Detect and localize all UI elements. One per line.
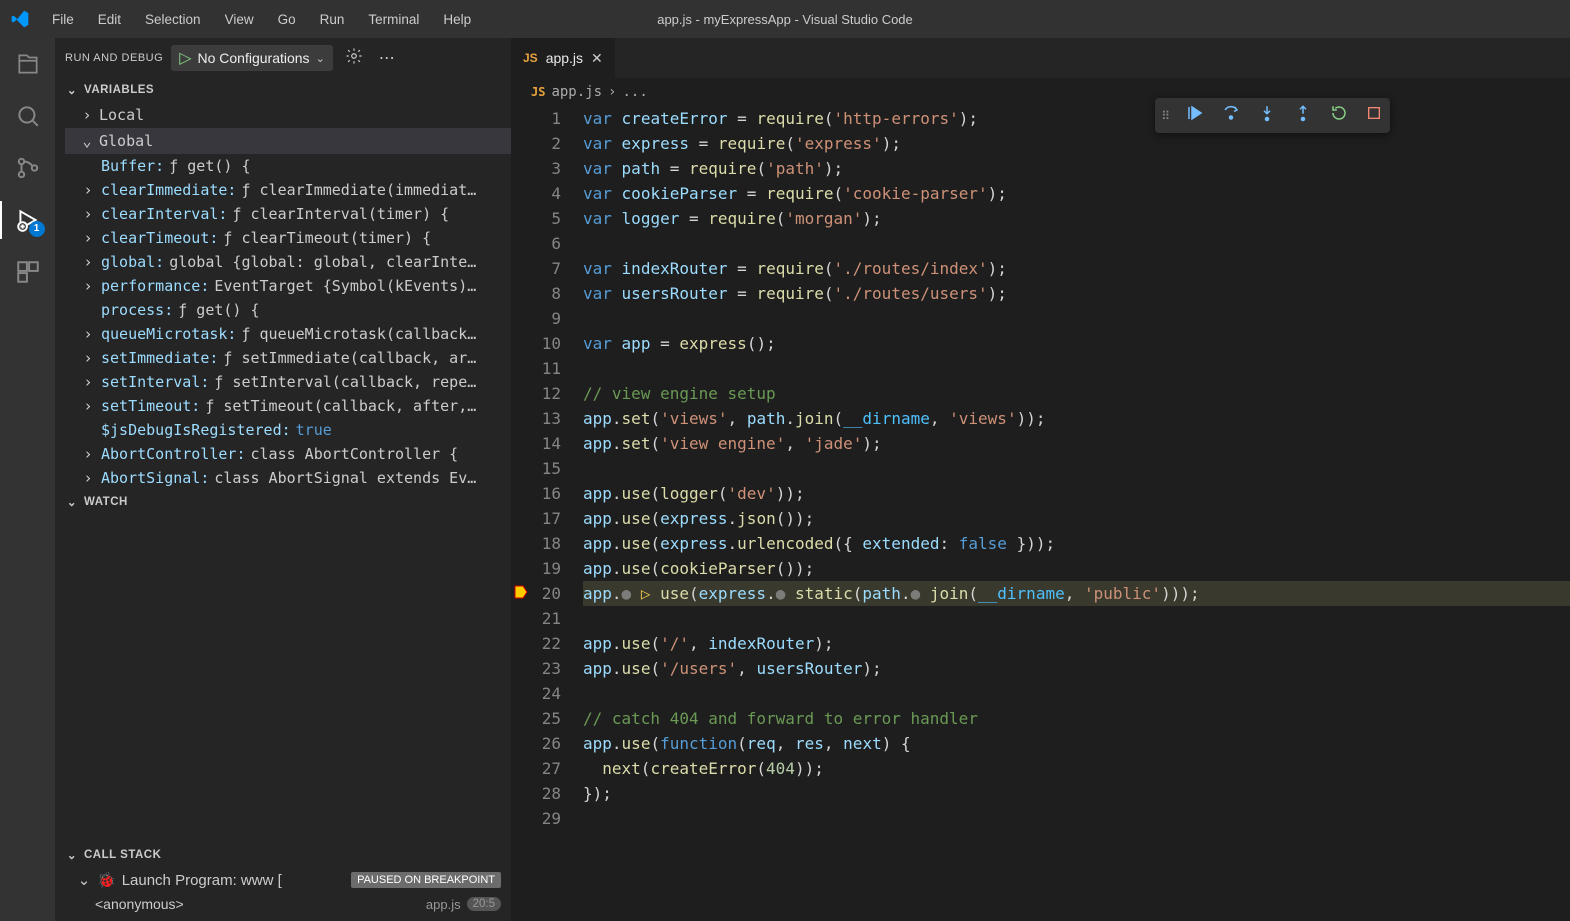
step-into-button[interactable] bbox=[1256, 102, 1278, 129]
variable-row[interactable]: ›queueMicrotask: ƒ queueMicrotask(callba… bbox=[65, 322, 511, 346]
watch-section: ⌄WATCH bbox=[55, 490, 511, 843]
variable-row[interactable]: Buffer: ƒ get() { bbox=[65, 154, 511, 178]
menu-run[interactable]: Run bbox=[310, 8, 355, 31]
status-badge: PAUSED ON BREAKPOINT bbox=[351, 872, 501, 888]
variable-row[interactable]: ›performance: EventTarget {Symbol(kEvent… bbox=[65, 274, 511, 298]
callstack-header[interactable]: ⌄CALL STACK bbox=[55, 843, 511, 867]
tab-bar: JS app.js ✕ bbox=[511, 38, 1570, 78]
sidebar-title: RUN AND DEBUG bbox=[65, 52, 163, 64]
variable-row[interactable]: ›setTimeout: ƒ setTimeout(callback, afte… bbox=[65, 394, 511, 418]
variable-row[interactable]: ›AbortSignal: class AbortSignal extends … bbox=[65, 466, 511, 490]
menu-selection[interactable]: Selection bbox=[135, 8, 211, 31]
debug-badge: 1 bbox=[29, 221, 45, 237]
bug-icon: 🐞 bbox=[97, 871, 116, 889]
menu-help[interactable]: Help bbox=[433, 8, 481, 31]
chevron-down-icon: ⌄ bbox=[65, 848, 79, 862]
chevron-down-icon: ⌄ bbox=[65, 83, 79, 97]
variable-row[interactable]: ›AbortController: class AbortController … bbox=[65, 442, 511, 466]
menu-file[interactable]: File bbox=[42, 8, 84, 31]
debug-sidebar: RUN AND DEBUG ▷ No Configurations ⌄ ⋯ ⌄V… bbox=[55, 38, 511, 921]
close-icon[interactable]: ✕ bbox=[591, 50, 603, 67]
chevron-right-icon: › bbox=[80, 325, 96, 343]
chevron-right-icon: › bbox=[80, 373, 96, 391]
menu-terminal[interactable]: Terminal bbox=[358, 8, 429, 31]
debug-config-select[interactable]: ▷ No Configurations ⌄ bbox=[171, 45, 333, 71]
watch-header[interactable]: ⌄WATCH bbox=[55, 490, 511, 514]
variable-row[interactable]: ›clearTimeout: ƒ clearTimeout(timer) { bbox=[65, 226, 511, 250]
callstack-frame[interactable]: <anonymous> app.js20:5 bbox=[55, 893, 511, 915]
chevron-right-icon: › bbox=[80, 469, 96, 487]
chevron-down-icon: ⌄ bbox=[316, 52, 325, 65]
chevron-right-icon: › bbox=[80, 181, 96, 199]
variable-row[interactable]: $jsDebugIsRegistered: true bbox=[65, 418, 511, 442]
variable-row[interactable]: ›setInterval: ƒ setInterval(callback, re… bbox=[65, 370, 511, 394]
restart-button[interactable] bbox=[1328, 102, 1350, 129]
chevron-right-icon: › bbox=[80, 277, 96, 295]
vscode-logo-icon bbox=[10, 9, 30, 29]
menu-edit[interactable]: Edit bbox=[88, 8, 131, 31]
chevron-right-icon: › bbox=[80, 205, 96, 223]
search-icon[interactable] bbox=[14, 102, 42, 130]
js-file-icon: JS bbox=[531, 85, 545, 99]
grip-icon[interactable]: ⠿ bbox=[1161, 109, 1170, 123]
menu-bar: File Edit Selection View Go Run Terminal… bbox=[42, 8, 481, 31]
chevron-right-icon: › bbox=[80, 229, 96, 247]
explorer-icon[interactable] bbox=[14, 50, 42, 78]
extensions-icon[interactable] bbox=[14, 258, 42, 286]
sidebar-header: RUN AND DEBUG ▷ No Configurations ⌄ ⋯ bbox=[55, 38, 511, 78]
menu-view[interactable]: View bbox=[215, 8, 264, 31]
run-debug-icon[interactable]: 1 bbox=[14, 206, 42, 234]
breadcrumb[interactable]: JS app.js › ... bbox=[511, 78, 1570, 106]
variable-row[interactable]: ›setImmediate: ƒ setImmediate(callback, … bbox=[65, 346, 511, 370]
continue-button[interactable] bbox=[1184, 102, 1206, 129]
chevron-down-icon: ⌄ bbox=[80, 132, 94, 150]
variable-row[interactable]: ›clearImmediate: ƒ clearImmediate(immedi… bbox=[65, 178, 511, 202]
editor-area: JS app.js ✕ JS app.js › ... ⠿ 1234567891… bbox=[511, 38, 1570, 921]
variables-section: ⌄VARIABLES ›Local ⌄Global Buffer: ƒ get(… bbox=[55, 78, 511, 490]
code-editor[interactable]: 1234567891011121314151617181920212223242… bbox=[511, 106, 1570, 921]
gear-icon[interactable] bbox=[341, 43, 367, 74]
debug-toolbar[interactable]: ⠿ bbox=[1155, 98, 1390, 133]
activity-bar: 1 bbox=[0, 38, 55, 921]
step-out-button[interactable] bbox=[1292, 102, 1314, 129]
stop-button[interactable] bbox=[1364, 103, 1384, 128]
window-title: app.js - myExpressApp - Visual Studio Co… bbox=[657, 12, 913, 27]
variable-row[interactable]: ›global: global {global: global, clearIn… bbox=[65, 250, 511, 274]
callstack-program[interactable]: ⌄ 🐞 Launch Program: www [ PAUSED ON BREA… bbox=[55, 867, 511, 893]
chevron-down-icon: ⌄ bbox=[77, 871, 91, 889]
scope-global[interactable]: ⌄Global bbox=[65, 128, 511, 154]
source-control-icon[interactable] bbox=[14, 154, 42, 182]
callstack-section: ⌄CALL STACK ⌄ 🐞 Launch Program: www [ PA… bbox=[55, 843, 511, 921]
chevron-right-icon: › bbox=[80, 349, 96, 367]
play-icon: ▷ bbox=[179, 48, 191, 68]
chevron-down-icon: ⌄ bbox=[65, 495, 79, 509]
variables-header[interactable]: ⌄VARIABLES bbox=[55, 78, 511, 102]
tab-app-js[interactable]: JS app.js ✕ bbox=[511, 38, 615, 78]
chevron-right-icon: › bbox=[80, 445, 96, 463]
js-file-icon: JS bbox=[523, 51, 538, 65]
chevron-right-icon: › bbox=[80, 397, 96, 415]
variable-row[interactable]: process: ƒ get() { bbox=[65, 298, 511, 322]
step-over-button[interactable] bbox=[1220, 102, 1242, 129]
chevron-right-icon: › bbox=[80, 253, 96, 271]
config-name: No Configurations bbox=[198, 50, 310, 66]
more-icon[interactable]: ⋯ bbox=[375, 44, 399, 72]
variable-row[interactable]: ›clearInterval: ƒ clearInterval(timer) { bbox=[65, 202, 511, 226]
menu-go[interactable]: Go bbox=[268, 8, 306, 31]
scope-local[interactable]: ›Local bbox=[65, 102, 511, 128]
chevron-right-icon: › bbox=[80, 106, 94, 124]
title-bar: File Edit Selection View Go Run Terminal… bbox=[0, 0, 1570, 38]
